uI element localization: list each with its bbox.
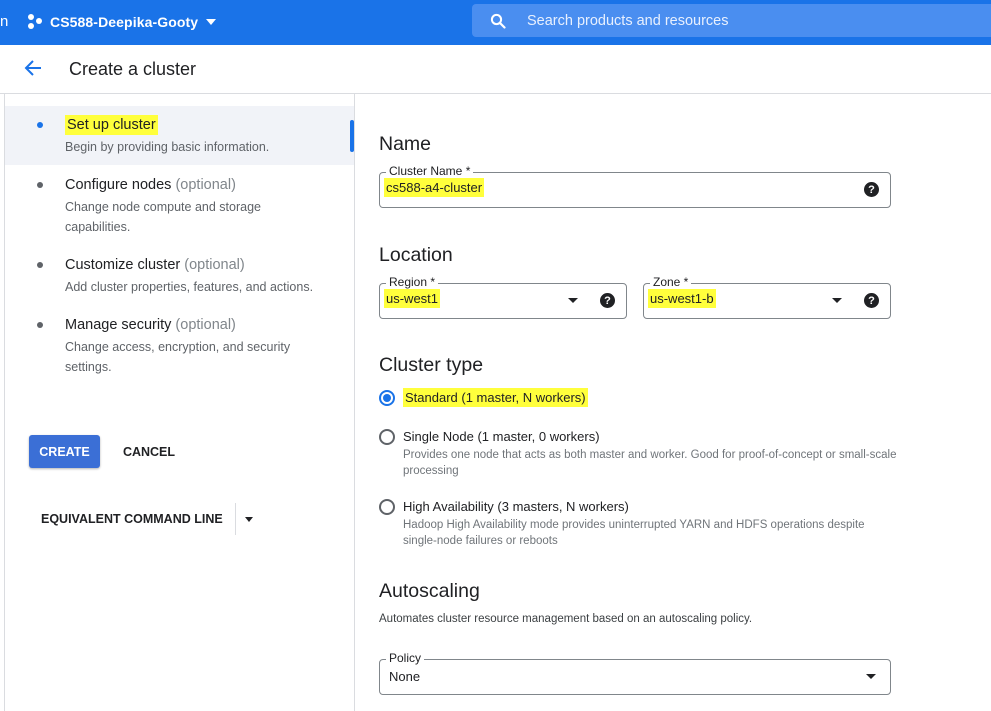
project-selector[interactable]: CS588-Deepika-Gooty bbox=[28, 11, 217, 33]
radio-standard[interactable] bbox=[379, 390, 395, 406]
active-step-indicator bbox=[350, 120, 354, 152]
step-label: Set up cluster bbox=[65, 115, 158, 135]
search-icon bbox=[490, 13, 506, 29]
dropdown-arrow-icon bbox=[832, 298, 842, 303]
cluster-name-field[interactable]: Cluster Name * cs588-a4-cluster ? bbox=[379, 164, 891, 208]
app-name-fragment: n bbox=[0, 13, 9, 30]
radio-label-high-availability: High Availability (3 masters, N workers) bbox=[403, 499, 629, 514]
step-optional-tag: (optional) bbox=[175, 317, 236, 333]
field-label: Policy bbox=[386, 651, 425, 665]
back-arrow-icon[interactable] bbox=[22, 57, 44, 79]
step-bullet bbox=[37, 122, 43, 128]
autoscaling-description: Automates cluster resource management ba… bbox=[379, 613, 753, 625]
radio-label-standard: Standard (1 master, N workers) bbox=[403, 388, 588, 407]
project-icon bbox=[28, 14, 44, 30]
page-header: Create a cluster bbox=[0, 45, 991, 94]
zone-value: us-west1-b bbox=[648, 289, 716, 308]
step-manage-security[interactable]: Manage security (optional) Change access… bbox=[5, 312, 354, 382]
dropdown-arrow-icon[interactable] bbox=[244, 516, 253, 522]
top-app-bar: n CS588-Deepika-Gooty Search products an… bbox=[0, 0, 991, 45]
project-name: CS588-Deepika-Gooty bbox=[50, 14, 199, 30]
section-title-cluster-type: Cluster type bbox=[379, 354, 484, 376]
step-bullet bbox=[37, 322, 43, 328]
policy-select[interactable]: Policy None bbox=[379, 651, 891, 695]
step-description: Add cluster properties, features, and ac… bbox=[65, 280, 314, 294]
field-label: Cluster Name * bbox=[386, 164, 474, 178]
step-description: Change access, encryption, and security … bbox=[65, 340, 291, 374]
equivalent-command-line-button[interactable]: EQUIVALENT COMMAND LINE bbox=[33, 503, 253, 535]
create-button[interactable]: CREATE bbox=[29, 435, 100, 468]
radio-high-availability[interactable] bbox=[379, 499, 395, 515]
radio-single-node[interactable] bbox=[379, 429, 395, 445]
command-line-label: EQUIVALENT COMMAND LINE bbox=[41, 512, 223, 526]
radio-desc-single-node: Provides one node that acts as both mast… bbox=[403, 449, 897, 477]
help-icon[interactable]: ? bbox=[864, 293, 879, 308]
radio-desc-high-availability: Hadoop High Availability mode provides u… bbox=[403, 519, 865, 547]
step-bullet bbox=[37, 182, 43, 188]
step-label: Configure nodes bbox=[65, 177, 172, 193]
region-select[interactable]: Region * us-west1 ? bbox=[379, 275, 627, 319]
page-title: Create a cluster bbox=[69, 59, 197, 79]
cancel-button[interactable]: CANCEL bbox=[115, 435, 183, 468]
step-optional-tag: (optional) bbox=[184, 257, 245, 273]
help-icon[interactable]: ? bbox=[600, 293, 615, 308]
step-customize-cluster[interactable]: Customize cluster (optional) Add cluster… bbox=[5, 252, 354, 302]
step-set-up-cluster[interactable]: Set up cluster Begin by providing basic … bbox=[5, 106, 354, 165]
cluster-name-value: cs588-a4-cluster bbox=[384, 178, 485, 197]
search-input[interactable]: Search products and resources bbox=[527, 13, 729, 29]
field-label: Region * bbox=[386, 275, 439, 289]
step-label: Customize cluster bbox=[65, 257, 181, 273]
section-title-autoscaling: Autoscaling bbox=[379, 580, 480, 602]
step-description: Begin by providing basic information. bbox=[65, 140, 270, 154]
help-icon[interactable]: ? bbox=[864, 182, 879, 197]
region-value: us-west1 bbox=[384, 289, 441, 308]
step-optional-tag: (optional) bbox=[175, 177, 236, 193]
zone-select[interactable]: Zone * us-west1-b ? bbox=[643, 275, 891, 319]
chevron-down-icon bbox=[206, 19, 217, 25]
step-configure-nodes[interactable]: Configure nodes (optional) Change node c… bbox=[5, 172, 354, 242]
button-divider bbox=[234, 503, 236, 535]
step-label: Manage security bbox=[65, 317, 172, 333]
radio-label-single-node: Single Node (1 master, 0 workers) bbox=[403, 429, 600, 444]
section-title-name: Name bbox=[379, 133, 432, 155]
section-title-location: Location bbox=[379, 244, 453, 266]
field-label: Zone * bbox=[650, 275, 692, 289]
policy-value: None bbox=[389, 669, 421, 684]
dropdown-arrow-icon bbox=[866, 674, 876, 679]
step-description: Change node compute and storage capabili… bbox=[65, 200, 261, 234]
step-bullet bbox=[37, 262, 43, 268]
search-bar[interactable]: Search products and resources bbox=[472, 4, 991, 37]
dropdown-arrow-icon bbox=[568, 298, 578, 303]
